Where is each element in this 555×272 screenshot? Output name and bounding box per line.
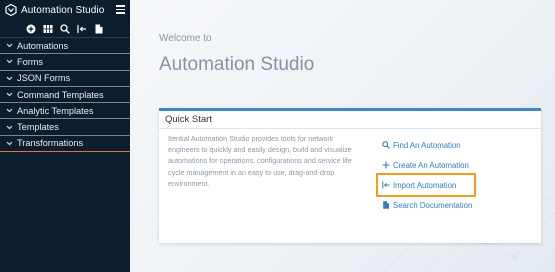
search-icon — [381, 141, 390, 150]
sidebar-nav: Automations Forms JSON Forms Command Tem… — [0, 38, 130, 153]
import-icon — [381, 181, 390, 190]
import-icon[interactable] — [77, 24, 87, 34]
search-documentation-link[interactable]: Search Documentation — [381, 195, 474, 215]
create-automation-link[interactable]: Create An Automation — [381, 155, 474, 175]
grid-icon[interactable] — [43, 24, 53, 34]
plus-icon — [381, 161, 390, 170]
sidebar-item-command-templates[interactable]: Command Templates — [0, 87, 130, 104]
action-label: Create An Automation — [393, 160, 469, 170]
sidebar-item-templates[interactable]: Templates — [0, 119, 130, 136]
quick-start-description: Itential Automation Studio provides tool… — [168, 134, 352, 188]
sidebar-item-label: JSON Forms — [17, 73, 71, 84]
sidebar-item-label: Forms — [17, 56, 44, 67]
sidebar-item-json-forms[interactable]: JSON Forms — [0, 71, 130, 87]
import-automation-link[interactable]: Import Automation — [376, 173, 476, 197]
card-header: Quick Start — [159, 111, 541, 129]
page-title: Automation Studio — [159, 54, 315, 75]
sidebar-item-transformations[interactable]: Transformations — [0, 136, 130, 153]
chevron-down-icon — [6, 91, 13, 98]
chevron-down-icon — [6, 58, 13, 65]
quick-start-actions: Find An Automation Create An Automation … — [376, 135, 476, 215]
chevron-down-icon — [6, 42, 13, 49]
sidebar-item-analytic-templates[interactable]: Analytic Templates — [0, 103, 130, 120]
action-label: Find An Automation — [393, 140, 461, 150]
sidebar-item-label: Templates — [17, 122, 59, 133]
action-label: Import Automation — [393, 180, 457, 190]
add-icon[interactable] — [26, 24, 36, 34]
sidebar-item-label: Command Templates — [17, 89, 104, 100]
sidebar-toolbar — [0, 20, 130, 38]
app-logo-icon — [5, 4, 17, 16]
sidebar-item-label: Analytic Templates — [17, 105, 94, 116]
sidebar: Automation Studio Automations Forms JSON… — [0, 0, 130, 272]
app-title: Automation Studio — [21, 4, 105, 16]
chevron-down-icon — [6, 124, 13, 131]
sidebar-item-label: Automations — [17, 40, 69, 51]
search-icon[interactable] — [60, 23, 70, 34]
brand-header: Automation Studio — [0, 0, 130, 20]
chevron-down-icon — [6, 107, 13, 114]
sidebar-item-forms[interactable]: Forms — [0, 54, 130, 71]
sidebar-item-automations[interactable]: Automations — [0, 38, 130, 55]
card-title: Quick Start — [165, 114, 212, 125]
find-automation-link[interactable]: Find An Automation — [381, 135, 474, 155]
menu-icon[interactable] — [116, 5, 125, 14]
main-content: Welcome to Automation Studio Quick Start… — [130, 0, 555, 272]
welcome-text: Welcome to — [159, 33, 212, 44]
document-icon[interactable] — [94, 24, 104, 34]
chevron-down-icon — [6, 140, 13, 147]
action-label: Search Documentation — [393, 200, 473, 210]
chevron-down-icon — [6, 75, 13, 82]
quick-start-card: Quick Start Itential Automation Studio p… — [159, 108, 541, 243]
sidebar-item-label: Transformations — [17, 138, 84, 149]
document-icon — [381, 201, 390, 210]
